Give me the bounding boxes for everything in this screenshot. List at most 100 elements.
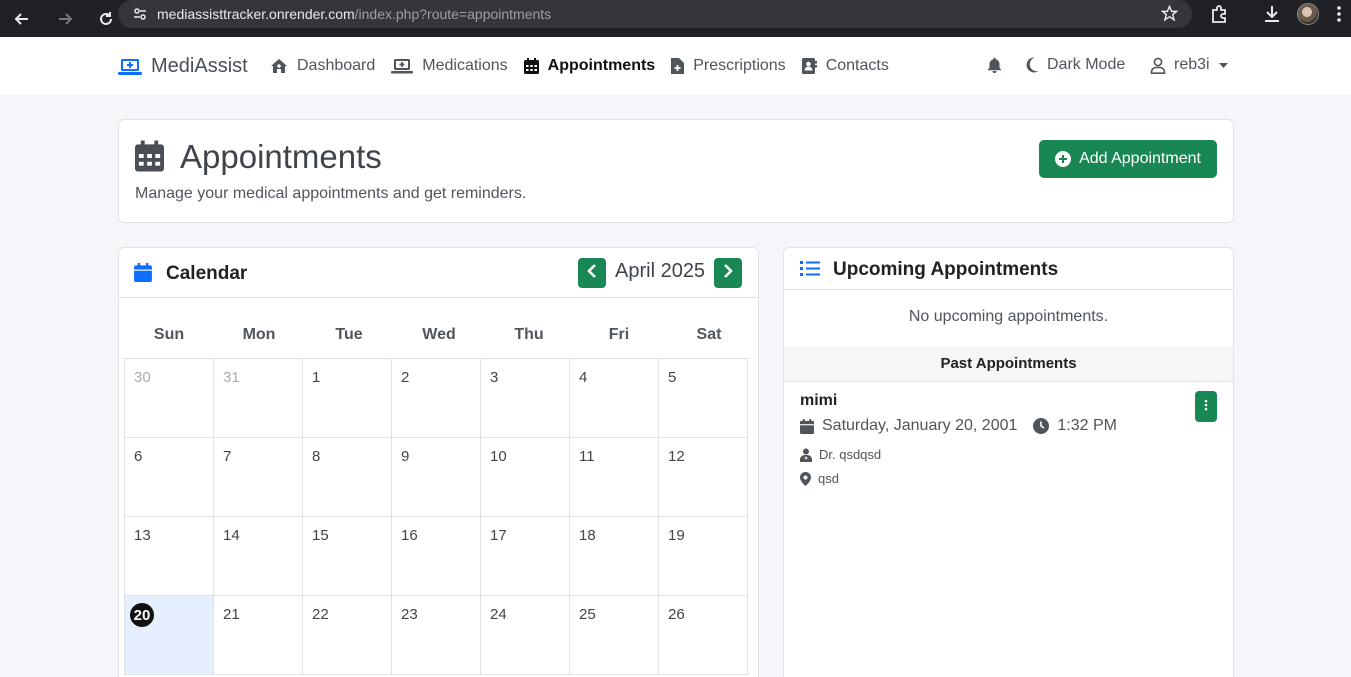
brand-link[interactable]: MediAssist	[118, 55, 248, 78]
add-appointment-label: Add Appointment	[1079, 150, 1201, 167]
nav-dashboard[interactable]: Dashboard	[270, 57, 375, 75]
nav-medications[interactable]: Medications	[391, 57, 508, 75]
plus-circle-icon	[1055, 151, 1072, 167]
calendar-day-today[interactable]: 20	[124, 595, 214, 675]
dark-mode-toggle[interactable]: Dark Mode	[1026, 56, 1125, 74]
chevron-right-icon	[723, 263, 733, 283]
user-doctor-icon	[800, 448, 812, 462]
weekday-label: Thu	[514, 326, 544, 343]
site-settings-icon[interactable]	[132, 6, 148, 22]
bell-icon[interactable]	[987, 57, 1002, 73]
download-icon[interactable]	[1262, 4, 1282, 29]
calendar-day[interactable]: 30	[124, 358, 214, 438]
upcoming-title: Upcoming Appointments	[833, 259, 1059, 280]
page-header-card: Appointments Manage your medical appoint…	[118, 119, 1234, 223]
appointment-time: 1:32 PM	[1057, 417, 1117, 434]
page-subtitle: Manage your medical appointments and get…	[135, 185, 527, 202]
url-path: /index.php?route=appointments	[354, 6, 552, 22]
appointment-datetime: Saturday, January 20, 2001 1:32 PM	[800, 417, 1220, 435]
day-number: 22	[312, 606, 329, 623]
extensions-icon[interactable]	[1209, 4, 1229, 29]
calendar-day[interactable]: 25	[569, 595, 659, 675]
bookmark-star-icon[interactable]	[1160, 4, 1179, 27]
no-upcoming-text: No upcoming appointments.	[908, 308, 1109, 325]
calendar-day[interactable]: 13	[124, 516, 214, 596]
weekday-label: Fri	[608, 326, 630, 343]
day-number: 15	[312, 527, 329, 544]
nav-appointments[interactable]: Appointments	[523, 57, 655, 75]
user-icon	[1150, 57, 1166, 74]
day-number: 8	[312, 448, 321, 465]
profile-avatar[interactable]	[1297, 3, 1319, 25]
day-number: 26	[668, 606, 685, 623]
calendar-week: 13 14 15 16 17 18 19	[124, 516, 754, 596]
calendar-week: 6 7 8 9 10 11 12	[124, 437, 754, 517]
appointment-doctor: Dr. qsdqsd	[819, 447, 882, 462]
calendar-day[interactable]: 24	[480, 595, 570, 675]
nav-dashboard-label: Dashboard	[297, 57, 376, 74]
calendar-day[interactable]: 18	[569, 516, 659, 596]
calendar-day[interactable]: 21	[213, 595, 303, 675]
day-number: 23	[401, 606, 418, 623]
calendar-day[interactable]: 19	[658, 516, 748, 596]
calendar-day[interactable]: 17	[480, 516, 570, 596]
username: reb3i	[1174, 56, 1210, 73]
calendar-day[interactable]: 14	[213, 516, 303, 596]
calendar-day[interactable]: 8	[302, 437, 392, 517]
calendar-day[interactable]: 6	[124, 437, 214, 517]
clock-icon	[1033, 418, 1050, 434]
add-appointment-button[interactable]: Add Appointment	[1039, 140, 1217, 178]
dark-mode-label: Dark Mode	[1047, 56, 1126, 73]
upcoming-header: Upcoming Appointments	[784, 248, 1233, 290]
nav-medications-label: Medications	[422, 57, 508, 74]
user-menu[interactable]: reb3i	[1150, 56, 1228, 74]
day-number: 3	[490, 369, 499, 386]
weekday-label: Sat	[696, 326, 722, 343]
calendar-day[interactable]: 10	[480, 437, 570, 517]
appointment-name: mimi	[800, 392, 838, 409]
house-icon	[270, 58, 288, 74]
chrome-menu-icon[interactable]	[1336, 4, 1342, 29]
day-number: 17	[490, 527, 507, 544]
day-number: 30	[134, 369, 151, 386]
day-number: 21	[223, 606, 240, 623]
calendar-day[interactable]: 1	[302, 358, 392, 438]
url-domain: mediassisttracker.onrender.com	[157, 6, 355, 22]
ellipsis-vertical-icon	[1204, 398, 1208, 416]
calendar-day[interactable]: 5	[658, 358, 748, 438]
appointment-actions-button[interactable]	[1195, 391, 1217, 422]
day-number: 4	[579, 369, 588, 386]
forward-icon[interactable]	[56, 10, 74, 28]
nav-prescriptions-label: Prescriptions	[693, 57, 786, 74]
calendar-icon	[800, 418, 814, 434]
calendar-day[interactable]: 9	[391, 437, 481, 517]
calendar-day[interactable]: 7	[213, 437, 303, 517]
today-day-number: 20	[130, 603, 154, 627]
calendar-day[interactable]: 2	[391, 358, 481, 438]
calendar-day[interactable]: 11	[569, 437, 659, 517]
upcoming-appointments-card: Upcoming Appointments No upcoming appoin…	[783, 247, 1234, 677]
calendar-day[interactable]: 12	[658, 437, 748, 517]
calendar-day[interactable]: 15	[302, 516, 392, 596]
chevron-left-icon	[587, 263, 597, 283]
calendar-day[interactable]: 3	[480, 358, 570, 438]
past-appointment-item: mimi Saturday, January 20, 2001 1:32 PM …	[800, 392, 1220, 486]
calendar-day[interactable]: 16	[391, 516, 481, 596]
address-bar[interactable]: mediassisttracker.onrender.com/index.php…	[118, 0, 1192, 28]
nav-contacts[interactable]: Contacts	[801, 57, 889, 75]
calendar-day[interactable]: 4	[569, 358, 659, 438]
calendar-day[interactable]: 26	[658, 595, 748, 675]
appointment-location: qsd	[818, 471, 839, 486]
calendar-day[interactable]: 22	[302, 595, 392, 675]
calendar-day[interactable]: 23	[391, 595, 481, 675]
reload-icon[interactable]	[97, 10, 115, 28]
day-number: 2	[401, 369, 410, 386]
nav-prescriptions[interactable]: Prescriptions	[671, 57, 786, 75]
next-month-button[interactable]	[714, 258, 743, 288]
nav-contacts-label: Contacts	[825, 57, 889, 74]
back-icon[interactable]	[13, 10, 31, 28]
month-navigation: April 2025	[578, 258, 743, 288]
prev-month-button[interactable]	[578, 258, 606, 288]
calendar-day[interactable]: 31	[213, 358, 303, 438]
laptop-medical-icon	[118, 57, 142, 77]
